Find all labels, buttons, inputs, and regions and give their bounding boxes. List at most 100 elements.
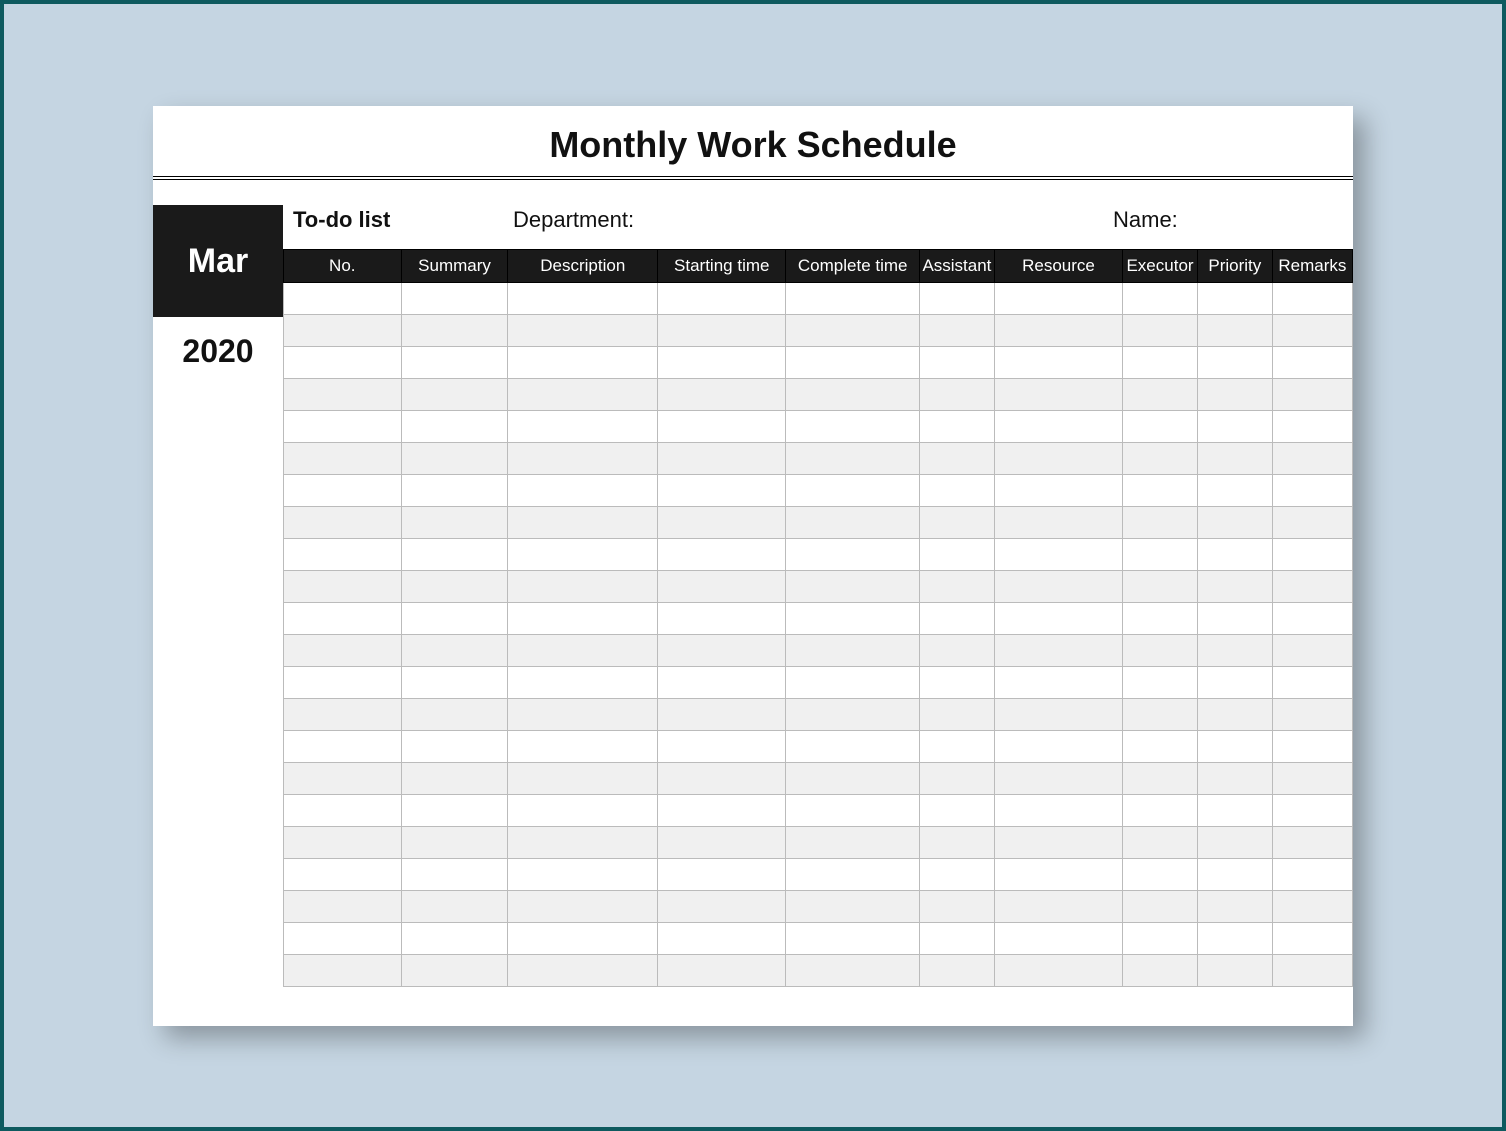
- table-cell[interactable]: [658, 506, 786, 538]
- table-cell[interactable]: [1197, 506, 1272, 538]
- table-cell[interactable]: [994, 794, 1122, 826]
- table-cell[interactable]: [786, 634, 920, 666]
- table-cell[interactable]: [658, 666, 786, 698]
- table-cell[interactable]: [920, 730, 995, 762]
- table-cell[interactable]: [786, 794, 920, 826]
- table-cell[interactable]: [401, 314, 508, 346]
- table-cell[interactable]: [1197, 570, 1272, 602]
- table-cell[interactable]: [1123, 506, 1198, 538]
- table-cell[interactable]: [1123, 730, 1198, 762]
- table-cell[interactable]: [401, 378, 508, 410]
- table-cell[interactable]: [1272, 442, 1352, 474]
- table-cell[interactable]: [508, 410, 658, 442]
- table-cell[interactable]: [994, 922, 1122, 954]
- table-cell[interactable]: [284, 442, 402, 474]
- table-cell[interactable]: [284, 346, 402, 378]
- table-cell[interactable]: [1272, 698, 1352, 730]
- table-cell[interactable]: [508, 826, 658, 858]
- table-cell[interactable]: [786, 698, 920, 730]
- table-cell[interactable]: [401, 538, 508, 570]
- table-cell[interactable]: [1197, 666, 1272, 698]
- table-cell[interactable]: [284, 666, 402, 698]
- table-cell[interactable]: [284, 634, 402, 666]
- table-cell[interactable]: [658, 314, 786, 346]
- table-cell[interactable]: [1197, 954, 1272, 986]
- table-cell[interactable]: [508, 474, 658, 506]
- table-cell[interactable]: [1123, 634, 1198, 666]
- table-cell[interactable]: [401, 730, 508, 762]
- table-cell[interactable]: [508, 602, 658, 634]
- table-cell[interactable]: [1197, 762, 1272, 794]
- table-cell[interactable]: [401, 442, 508, 474]
- table-cell[interactable]: [1197, 346, 1272, 378]
- table-cell[interactable]: [508, 570, 658, 602]
- table-cell[interactable]: [920, 410, 995, 442]
- table-cell[interactable]: [658, 826, 786, 858]
- table-cell[interactable]: [1123, 282, 1198, 314]
- table-cell[interactable]: [920, 666, 995, 698]
- table-cell[interactable]: [658, 282, 786, 314]
- table-cell[interactable]: [401, 666, 508, 698]
- table-cell[interactable]: [284, 602, 402, 634]
- table-cell[interactable]: [1272, 634, 1352, 666]
- table-cell[interactable]: [786, 346, 920, 378]
- table-cell[interactable]: [658, 442, 786, 474]
- table-cell[interactable]: [994, 634, 1122, 666]
- table-cell[interactable]: [994, 282, 1122, 314]
- table-cell[interactable]: [920, 890, 995, 922]
- table-cell[interactable]: [920, 314, 995, 346]
- table-cell[interactable]: [1197, 378, 1272, 410]
- table-cell[interactable]: [401, 858, 508, 890]
- table-cell[interactable]: [284, 314, 402, 346]
- table-cell[interactable]: [994, 954, 1122, 986]
- table-cell[interactable]: [508, 314, 658, 346]
- table-cell[interactable]: [508, 890, 658, 922]
- table-cell[interactable]: [1272, 762, 1352, 794]
- table-cell[interactable]: [1123, 410, 1198, 442]
- table-cell[interactable]: [508, 538, 658, 570]
- table-cell[interactable]: [1123, 314, 1198, 346]
- table-cell[interactable]: [1123, 890, 1198, 922]
- table-cell[interactable]: [786, 922, 920, 954]
- table-cell[interactable]: [508, 506, 658, 538]
- table-cell[interactable]: [1272, 378, 1352, 410]
- table-cell[interactable]: [786, 442, 920, 474]
- table-cell[interactable]: [658, 890, 786, 922]
- table-cell[interactable]: [994, 538, 1122, 570]
- table-cell[interactable]: [401, 282, 508, 314]
- table-cell[interactable]: [920, 698, 995, 730]
- table-cell[interactable]: [786, 666, 920, 698]
- table-cell[interactable]: [658, 922, 786, 954]
- table-cell[interactable]: [658, 794, 786, 826]
- table-cell[interactable]: [994, 858, 1122, 890]
- table-cell[interactable]: [1272, 474, 1352, 506]
- table-cell[interactable]: [1123, 826, 1198, 858]
- table-cell[interactable]: [920, 378, 995, 410]
- table-cell[interactable]: [994, 474, 1122, 506]
- table-cell[interactable]: [658, 634, 786, 666]
- table-cell[interactable]: [920, 954, 995, 986]
- table-cell[interactable]: [401, 826, 508, 858]
- table-cell[interactable]: [920, 538, 995, 570]
- table-cell[interactable]: [1197, 538, 1272, 570]
- table-cell[interactable]: [1272, 794, 1352, 826]
- table-cell[interactable]: [284, 954, 402, 986]
- table-cell[interactable]: [658, 538, 786, 570]
- table-cell[interactable]: [508, 346, 658, 378]
- table-cell[interactable]: [1197, 602, 1272, 634]
- table-cell[interactable]: [1197, 698, 1272, 730]
- table-cell[interactable]: [658, 698, 786, 730]
- table-cell[interactable]: [1272, 826, 1352, 858]
- table-cell[interactable]: [284, 506, 402, 538]
- table-cell[interactable]: [284, 922, 402, 954]
- table-cell[interactable]: [1272, 314, 1352, 346]
- table-cell[interactable]: [401, 346, 508, 378]
- table-cell[interactable]: [1272, 890, 1352, 922]
- table-cell[interactable]: [786, 314, 920, 346]
- table-cell[interactable]: [1197, 890, 1272, 922]
- table-cell[interactable]: [1197, 410, 1272, 442]
- table-cell[interactable]: [508, 698, 658, 730]
- table-cell[interactable]: [401, 794, 508, 826]
- table-cell[interactable]: [920, 346, 995, 378]
- table-cell[interactable]: [508, 282, 658, 314]
